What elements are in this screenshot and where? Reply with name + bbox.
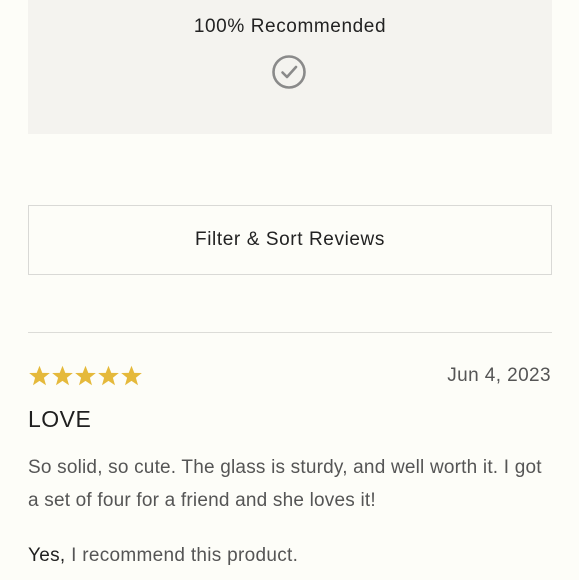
review-body: So solid, so cute. The glass is sturdy, … — [28, 457, 542, 511]
star-icon — [51, 362, 74, 390]
review-divider — [28, 332, 552, 333]
star-rating — [28, 362, 143, 390]
review-title: LOVE — [28, 406, 92, 432]
recommended-percentage: 100% Recommended — [193, 16, 387, 37]
recommendation-summary: 100% Recommended — [28, 0, 552, 134]
check-circle-icon — [272, 55, 306, 89]
filter-sort-reviews-button[interactable]: Filter & Sort Reviews — [28, 205, 552, 275]
recommendation-statement: Yes, I recommend this product. — [28, 545, 298, 567]
star-icon — [74, 362, 97, 390]
star-icon — [97, 362, 120, 390]
star-icon — [120, 362, 143, 390]
review-date: Jun 4, 2023 — [447, 365, 551, 386]
recommend-yes-label: Yes, — [28, 545, 66, 566]
star-icon — [28, 362, 51, 390]
recommend-text: I recommend this product. — [65, 545, 299, 566]
